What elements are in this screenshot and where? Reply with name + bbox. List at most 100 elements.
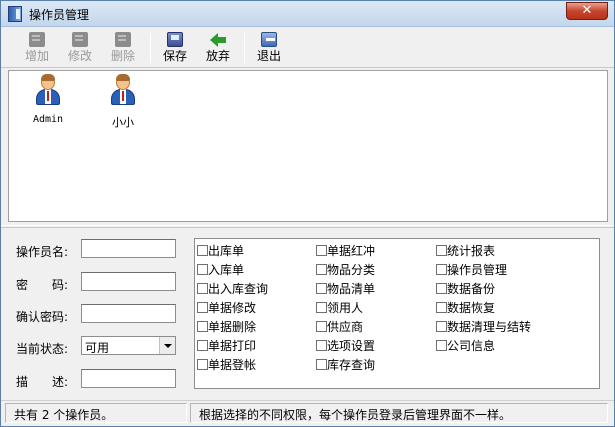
permission-checkbox[interactable]: 单据打印 — [197, 338, 256, 354]
operator-item-xiaoxiao[interactable]: 小小 — [93, 73, 153, 130]
add-label: 增加 — [24, 49, 49, 63]
checkbox-icon[interactable] — [197, 321, 208, 332]
permission-label: 出入库查询 — [208, 282, 269, 296]
permission-label: 供应商 — [327, 320, 364, 334]
username-label: 操作员名: — [16, 245, 69, 259]
permission-checkbox[interactable]: 物品分类 — [316, 262, 375, 278]
checkbox-icon[interactable] — [197, 302, 208, 313]
permissions-panel: 出库单 入库单 出入库查询 单据修改 单据删除 单据打印 单据登帐 单据红冲 物… — [194, 238, 600, 389]
permission-checkbox[interactable]: 选项设置 — [316, 338, 375, 354]
checkbox-icon[interactable] — [436, 264, 447, 275]
delete-button[interactable]: 删除 — [105, 31, 141, 65]
discard-button[interactable]: 放弃 — [200, 31, 236, 65]
permission-label: 单据登帐 — [208, 358, 257, 372]
checkbox-icon[interactable] — [316, 245, 327, 256]
permission-checkbox[interactable]: 物品清单 — [316, 281, 375, 297]
permission-label: 数据恢复 — [447, 301, 496, 315]
toolbar-separator — [244, 33, 245, 63]
checkbox-icon[interactable] — [316, 302, 327, 313]
permission-label: 单据打印 — [208, 339, 257, 353]
checkbox-icon[interactable] — [197, 245, 208, 256]
exit-icon — [261, 32, 277, 47]
operator-count-status: 共有 2 个操作员。 — [5, 403, 187, 423]
checkbox-icon[interactable] — [436, 321, 447, 332]
exit-label: 退出 — [256, 49, 281, 63]
checkbox-icon[interactable] — [436, 340, 447, 351]
username-input[interactable] — [81, 239, 176, 258]
permission-checkbox[interactable]: 入库单 — [197, 262, 244, 278]
window-title: 操作员管理 — [29, 8, 90, 22]
panel-splitter[interactable] — [1, 225, 614, 228]
password-input[interactable] — [81, 272, 176, 291]
permission-checkbox[interactable]: 单据修改 — [197, 300, 256, 316]
permission-checkbox[interactable]: 供应商 — [316, 319, 363, 335]
add-icon — [29, 32, 45, 47]
toolbar: 增加 修改 删除 保存 放弃 退出 — [1, 28, 614, 68]
permission-checkbox[interactable]: 数据备份 — [436, 281, 495, 297]
permission-checkbox[interactable]: 单据删除 — [197, 319, 256, 335]
permission-label: 物品清单 — [327, 282, 376, 296]
operator-name: Admin — [32, 114, 64, 125]
save-icon — [167, 32, 183, 47]
save-button[interactable]: 保存 — [157, 31, 193, 65]
app-icon — [8, 6, 22, 22]
permission-checkbox[interactable]: 统计报表 — [436, 243, 495, 259]
status-label: 当前状态: — [16, 342, 69, 356]
permission-checkbox[interactable]: 领用人 — [316, 300, 363, 316]
status-value: 可用 — [85, 341, 110, 355]
confirm-password-input[interactable] — [81, 304, 176, 323]
permission-checkbox[interactable]: 数据恢复 — [436, 300, 495, 316]
checkbox-icon[interactable] — [197, 340, 208, 351]
checkbox-icon[interactable] — [316, 264, 327, 275]
chevron-down-icon[interactable] — [159, 337, 175, 354]
permission-label: 选项设置 — [327, 339, 376, 353]
checkbox-icon[interactable] — [316, 283, 327, 294]
permission-label: 出库单 — [208, 244, 245, 258]
exit-button[interactable]: 退出 — [251, 31, 287, 65]
delete-label: 删除 — [110, 49, 135, 63]
permission-checkbox[interactable]: 数据清理与结转 — [436, 319, 531, 335]
permission-checkbox[interactable]: 公司信息 — [436, 338, 495, 354]
checkbox-icon[interactable] — [316, 359, 327, 370]
checkbox-icon[interactable] — [436, 302, 447, 313]
permission-label: 领用人 — [327, 301, 364, 315]
checkbox-icon[interactable] — [316, 321, 327, 332]
permission-hint-status: 根据选择的不同权限，每个操作员登录后管理界面不一样。 — [190, 403, 608, 423]
permission-checkbox[interactable]: 单据红冲 — [316, 243, 375, 259]
permission-label: 入库单 — [208, 263, 245, 277]
checkbox-icon[interactable] — [316, 340, 327, 351]
permission-label: 操作员管理 — [447, 263, 508, 277]
permission-label: 单据修改 — [208, 301, 257, 315]
status-select[interactable]: 可用 — [81, 336, 176, 355]
operator-manager-window: 操作员管理 ✕ 增加 修改 删除 保存 放弃 退出 Admin 小小 操作员名:… — [0, 0, 615, 427]
permission-label: 数据备份 — [447, 282, 496, 296]
permission-label: 数据清理与结转 — [447, 320, 532, 334]
back-arrow-icon — [210, 32, 226, 47]
checkbox-icon[interactable] — [436, 245, 447, 256]
toolbar-separator — [150, 33, 151, 63]
description-label: 描 述: — [16, 375, 69, 389]
password-label: 密 码: — [16, 278, 69, 292]
description-input[interactable] — [81, 369, 176, 388]
permission-checkbox[interactable]: 操作员管理 — [436, 262, 507, 278]
operator-list[interactable]: Admin 小小 — [8, 70, 608, 222]
add-button[interactable]: 增加 — [19, 31, 55, 65]
permission-label: 库存查询 — [327, 358, 376, 372]
operator-item-admin[interactable]: Admin — [18, 73, 78, 125]
permission-checkbox[interactable]: 库存查询 — [316, 357, 375, 373]
status-bar: 共有 2 个操作员。 根据选择的不同权限，每个操作员登录后管理界面不一样。 — [1, 400, 614, 426]
edit-button[interactable]: 修改 — [62, 31, 98, 65]
close-button[interactable]: ✕ — [566, 2, 608, 20]
checkbox-icon[interactable] — [436, 283, 447, 294]
permission-checkbox[interactable]: 出库单 — [197, 243, 244, 259]
checkbox-icon[interactable] — [197, 283, 208, 294]
user-avatar-icon — [32, 73, 64, 107]
checkbox-icon[interactable] — [197, 264, 208, 275]
permission-checkbox[interactable]: 单据登帐 — [197, 357, 256, 373]
permission-checkbox[interactable]: 出入库查询 — [197, 281, 268, 297]
discard-label: 放弃 — [205, 49, 230, 63]
checkbox-icon[interactable] — [197, 359, 208, 370]
edit-label: 修改 — [67, 49, 92, 63]
permission-label: 公司信息 — [447, 339, 496, 353]
permission-label: 物品分类 — [327, 263, 376, 277]
